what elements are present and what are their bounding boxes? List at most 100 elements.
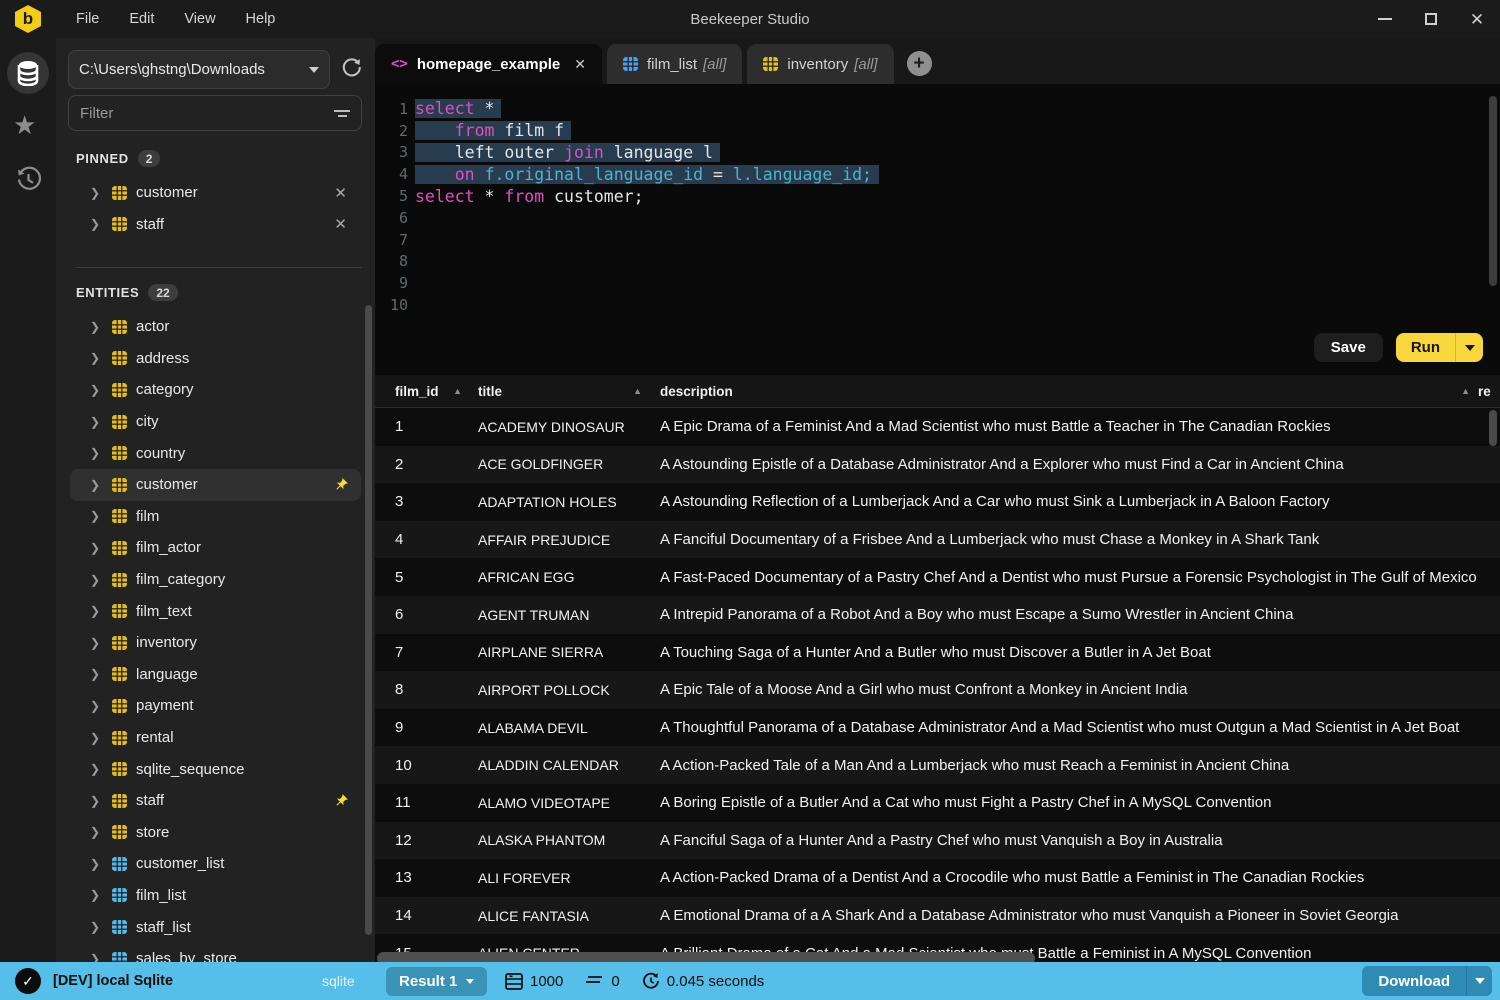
pinned-indicator[interactable] bbox=[334, 793, 349, 808]
result-row[interactable]: 4AFFAIR PREJUDICEA Fanciful Documentary … bbox=[375, 521, 1500, 559]
cell-description[interactable]: A Fast-Paced Documentary of a Pastry Che… bbox=[650, 569, 1478, 586]
pinned-indicator[interactable] bbox=[334, 477, 349, 492]
result-row[interactable]: 14ALICE FANTASIAA Emotional Drama of a A… bbox=[375, 897, 1500, 935]
result-row[interactable]: 6AGENT TRUMANA Intrepid Panorama of a Ro… bbox=[375, 596, 1500, 634]
result-row[interactable]: 8AIRPORT POLLOCKA Epic Tale of a Moose A… bbox=[375, 671, 1500, 709]
pinned-item-customer[interactable]: ❯ customer✕ bbox=[70, 177, 361, 209]
entity-item-film[interactable]: ❯ film bbox=[70, 501, 361, 533]
chevron-right-icon[interactable]: ❯ bbox=[90, 920, 112, 934]
entity-item-actor[interactable]: ❯ actor bbox=[70, 311, 361, 343]
filter-icon[interactable] bbox=[334, 110, 350, 117]
menu-edit[interactable]: Edit bbox=[118, 7, 165, 31]
result-row[interactable]: 12ALASKA PHANTOMA Fanciful Saga of a Hun… bbox=[375, 822, 1500, 860]
cell-title[interactable]: ACADEMY DINOSAUR bbox=[470, 419, 650, 435]
entity-item-rental[interactable]: ❯ rental bbox=[70, 722, 361, 754]
cell-description[interactable]: A Fanciful Saga of a Hunter And a Pastry… bbox=[650, 832, 1478, 849]
cell-description[interactable]: A Astounding Reflection of a Lumberjack … bbox=[650, 493, 1478, 510]
cell-film-id[interactable]: 5 bbox=[375, 569, 470, 586]
cell-description[interactable]: A Touching Saga of a Hunter And a Butler… bbox=[650, 644, 1478, 661]
chevron-right-icon[interactable]: ❯ bbox=[90, 383, 112, 397]
editor-line-9[interactable]: 9 bbox=[375, 272, 1500, 294]
connection-selector[interactable]: C:\Users\ghstng\Downloads bbox=[68, 50, 330, 89]
chevron-right-icon[interactable]: ❯ bbox=[90, 731, 112, 745]
entity-item-store[interactable]: ❯ store bbox=[70, 817, 361, 849]
entity-item-film_text[interactable]: ❯ film_text bbox=[70, 595, 361, 627]
chevron-right-icon[interactable]: ❯ bbox=[90, 217, 112, 231]
entity-item-film_category[interactable]: ❯ film_category bbox=[70, 564, 361, 596]
cell-title[interactable]: AIRPLANE SIERRA bbox=[470, 644, 650, 660]
entity-item-film_actor[interactable]: ❯ film_actor bbox=[70, 532, 361, 564]
result-selector-button[interactable]: Result 1 bbox=[386, 967, 487, 996]
chevron-right-icon[interactable]: ❯ bbox=[90, 825, 112, 839]
editor-line-5[interactable]: 5select * from customer; bbox=[375, 185, 1500, 207]
cell-title[interactable]: ALICE FANTASIA bbox=[470, 908, 650, 924]
editor-line-4[interactable]: 4 on f.original_language_id = l.language… bbox=[375, 163, 1500, 185]
result-row[interactable]: 3ADAPTATION HOLESA Astounding Reflection… bbox=[375, 483, 1500, 521]
favorites-nav-button[interactable]: ★ bbox=[13, 110, 36, 141]
cell-description[interactable]: A Epic Tale of a Moose And a Girl who mu… bbox=[650, 681, 1478, 698]
entity-item-inventory[interactable]: ❯ inventory bbox=[70, 627, 361, 659]
chevron-right-icon[interactable]: ❯ bbox=[90, 446, 112, 460]
result-row[interactable]: 10ALADDIN CALENDARA Action-Packed Tale o… bbox=[375, 746, 1500, 784]
sidebar-scrollbar[interactable] bbox=[365, 305, 372, 935]
editor-line-7[interactable]: 7 bbox=[375, 229, 1500, 251]
entity-item-payment[interactable]: ❯ payment bbox=[70, 690, 361, 722]
entity-item-customer[interactable]: ❯ customer bbox=[70, 469, 361, 501]
run-button[interactable]: Run bbox=[1396, 333, 1455, 362]
cell-film-id[interactable]: 14 bbox=[375, 907, 470, 924]
refresh-button[interactable] bbox=[342, 57, 362, 82]
editor-line-6[interactable]: 6 bbox=[375, 207, 1500, 229]
unpin-close-button[interactable]: ✕ bbox=[334, 184, 347, 202]
sql-editor[interactable]: 1select *2 from film f3 left outer join … bbox=[375, 84, 1500, 333]
chevron-right-icon[interactable]: ❯ bbox=[90, 509, 112, 523]
chevron-right-icon[interactable]: ❯ bbox=[90, 478, 112, 492]
cell-title[interactable]: ADAPTATION HOLES bbox=[470, 494, 650, 510]
tab-homepage_example[interactable]: <>homepage_example✕ bbox=[375, 44, 602, 84]
chevron-right-icon[interactable]: ❯ bbox=[90, 636, 112, 650]
editor-line-10[interactable]: 10 bbox=[375, 294, 1500, 316]
cell-film-id[interactable]: 12 bbox=[375, 832, 470, 849]
cell-description[interactable]: A Action-Packed Drama of a Dentist And a… bbox=[650, 869, 1478, 886]
chevron-right-icon[interactable]: ❯ bbox=[90, 541, 112, 555]
result-row[interactable]: 9ALABAMA DEVILA Thoughtful Panorama of a… bbox=[375, 709, 1500, 747]
chevron-right-icon[interactable]: ❯ bbox=[90, 762, 112, 776]
sort-asc-icon[interactable]: ▲ bbox=[633, 386, 642, 396]
cell-title[interactable]: AIRPORT POLLOCK bbox=[470, 682, 650, 698]
sort-asc-icon[interactable]: ▲ bbox=[453, 386, 462, 396]
entity-item-country[interactable]: ❯ country bbox=[70, 437, 361, 469]
tab-film_list[interactable]: film_list[all] bbox=[607, 44, 742, 84]
run-options-button[interactable] bbox=[1455, 333, 1483, 362]
cell-title[interactable]: AFFAIR PREJUDICE bbox=[470, 532, 650, 548]
cell-film-id[interactable]: 3 bbox=[375, 493, 470, 510]
cell-description[interactable]: A Astounding Epistle of a Database Admin… bbox=[650, 456, 1478, 473]
minimize-button[interactable] bbox=[1362, 0, 1408, 38]
cell-title[interactable]: ALASKA PHANTOM bbox=[470, 832, 650, 848]
cell-title[interactable]: ALADDIN CALENDAR bbox=[470, 757, 650, 773]
cell-film-id[interactable]: 10 bbox=[375, 757, 470, 774]
menu-view[interactable]: View bbox=[173, 7, 226, 31]
chevron-right-icon[interactable]: ❯ bbox=[90, 888, 112, 902]
cell-film-id[interactable]: 2 bbox=[375, 456, 470, 473]
cell-title[interactable]: ALI FOREVER bbox=[470, 870, 650, 886]
result-row[interactable]: 13ALI FOREVERA Action-Packed Drama of a … bbox=[375, 859, 1500, 897]
database-nav-button[interactable] bbox=[7, 52, 49, 94]
cell-title[interactable]: ALAMO VIDEOTAPE bbox=[470, 795, 650, 811]
cell-description[interactable]: A Boring Epistle of a Butler And a Cat w… bbox=[650, 794, 1478, 811]
editor-line-8[interactable]: 8 bbox=[375, 251, 1500, 273]
download-button[interactable]: Download bbox=[1362, 966, 1466, 996]
entity-item-category[interactable]: ❯ category bbox=[70, 374, 361, 406]
result-row[interactable]: 7AIRPLANE SIERRAA Touching Saga of a Hun… bbox=[375, 634, 1500, 672]
cell-film-id[interactable]: 11 bbox=[375, 794, 470, 811]
results-scrollbar[interactable] bbox=[1489, 410, 1497, 446]
result-row[interactable]: 11ALAMO VIDEOTAPEA Boring Epistle of a B… bbox=[375, 784, 1500, 822]
cell-title[interactable]: AFRICAN EGG bbox=[470, 569, 650, 585]
tab-inventory[interactable]: inventory[all] bbox=[747, 44, 893, 84]
chevron-right-icon[interactable]: ❯ bbox=[90, 604, 112, 618]
entity-item-sales_by_store[interactable]: ❯ sales_by_store bbox=[70, 943, 361, 962]
chevron-right-icon[interactable]: ❯ bbox=[90, 320, 112, 334]
cell-film-id[interactable]: 13 bbox=[375, 869, 470, 886]
entity-item-film_list[interactable]: ❯ film_list bbox=[70, 880, 361, 912]
column-header-title[interactable]: title▲ bbox=[470, 384, 650, 399]
history-nav-button[interactable] bbox=[15, 166, 42, 198]
entity-item-address[interactable]: ❯ address bbox=[70, 343, 361, 375]
